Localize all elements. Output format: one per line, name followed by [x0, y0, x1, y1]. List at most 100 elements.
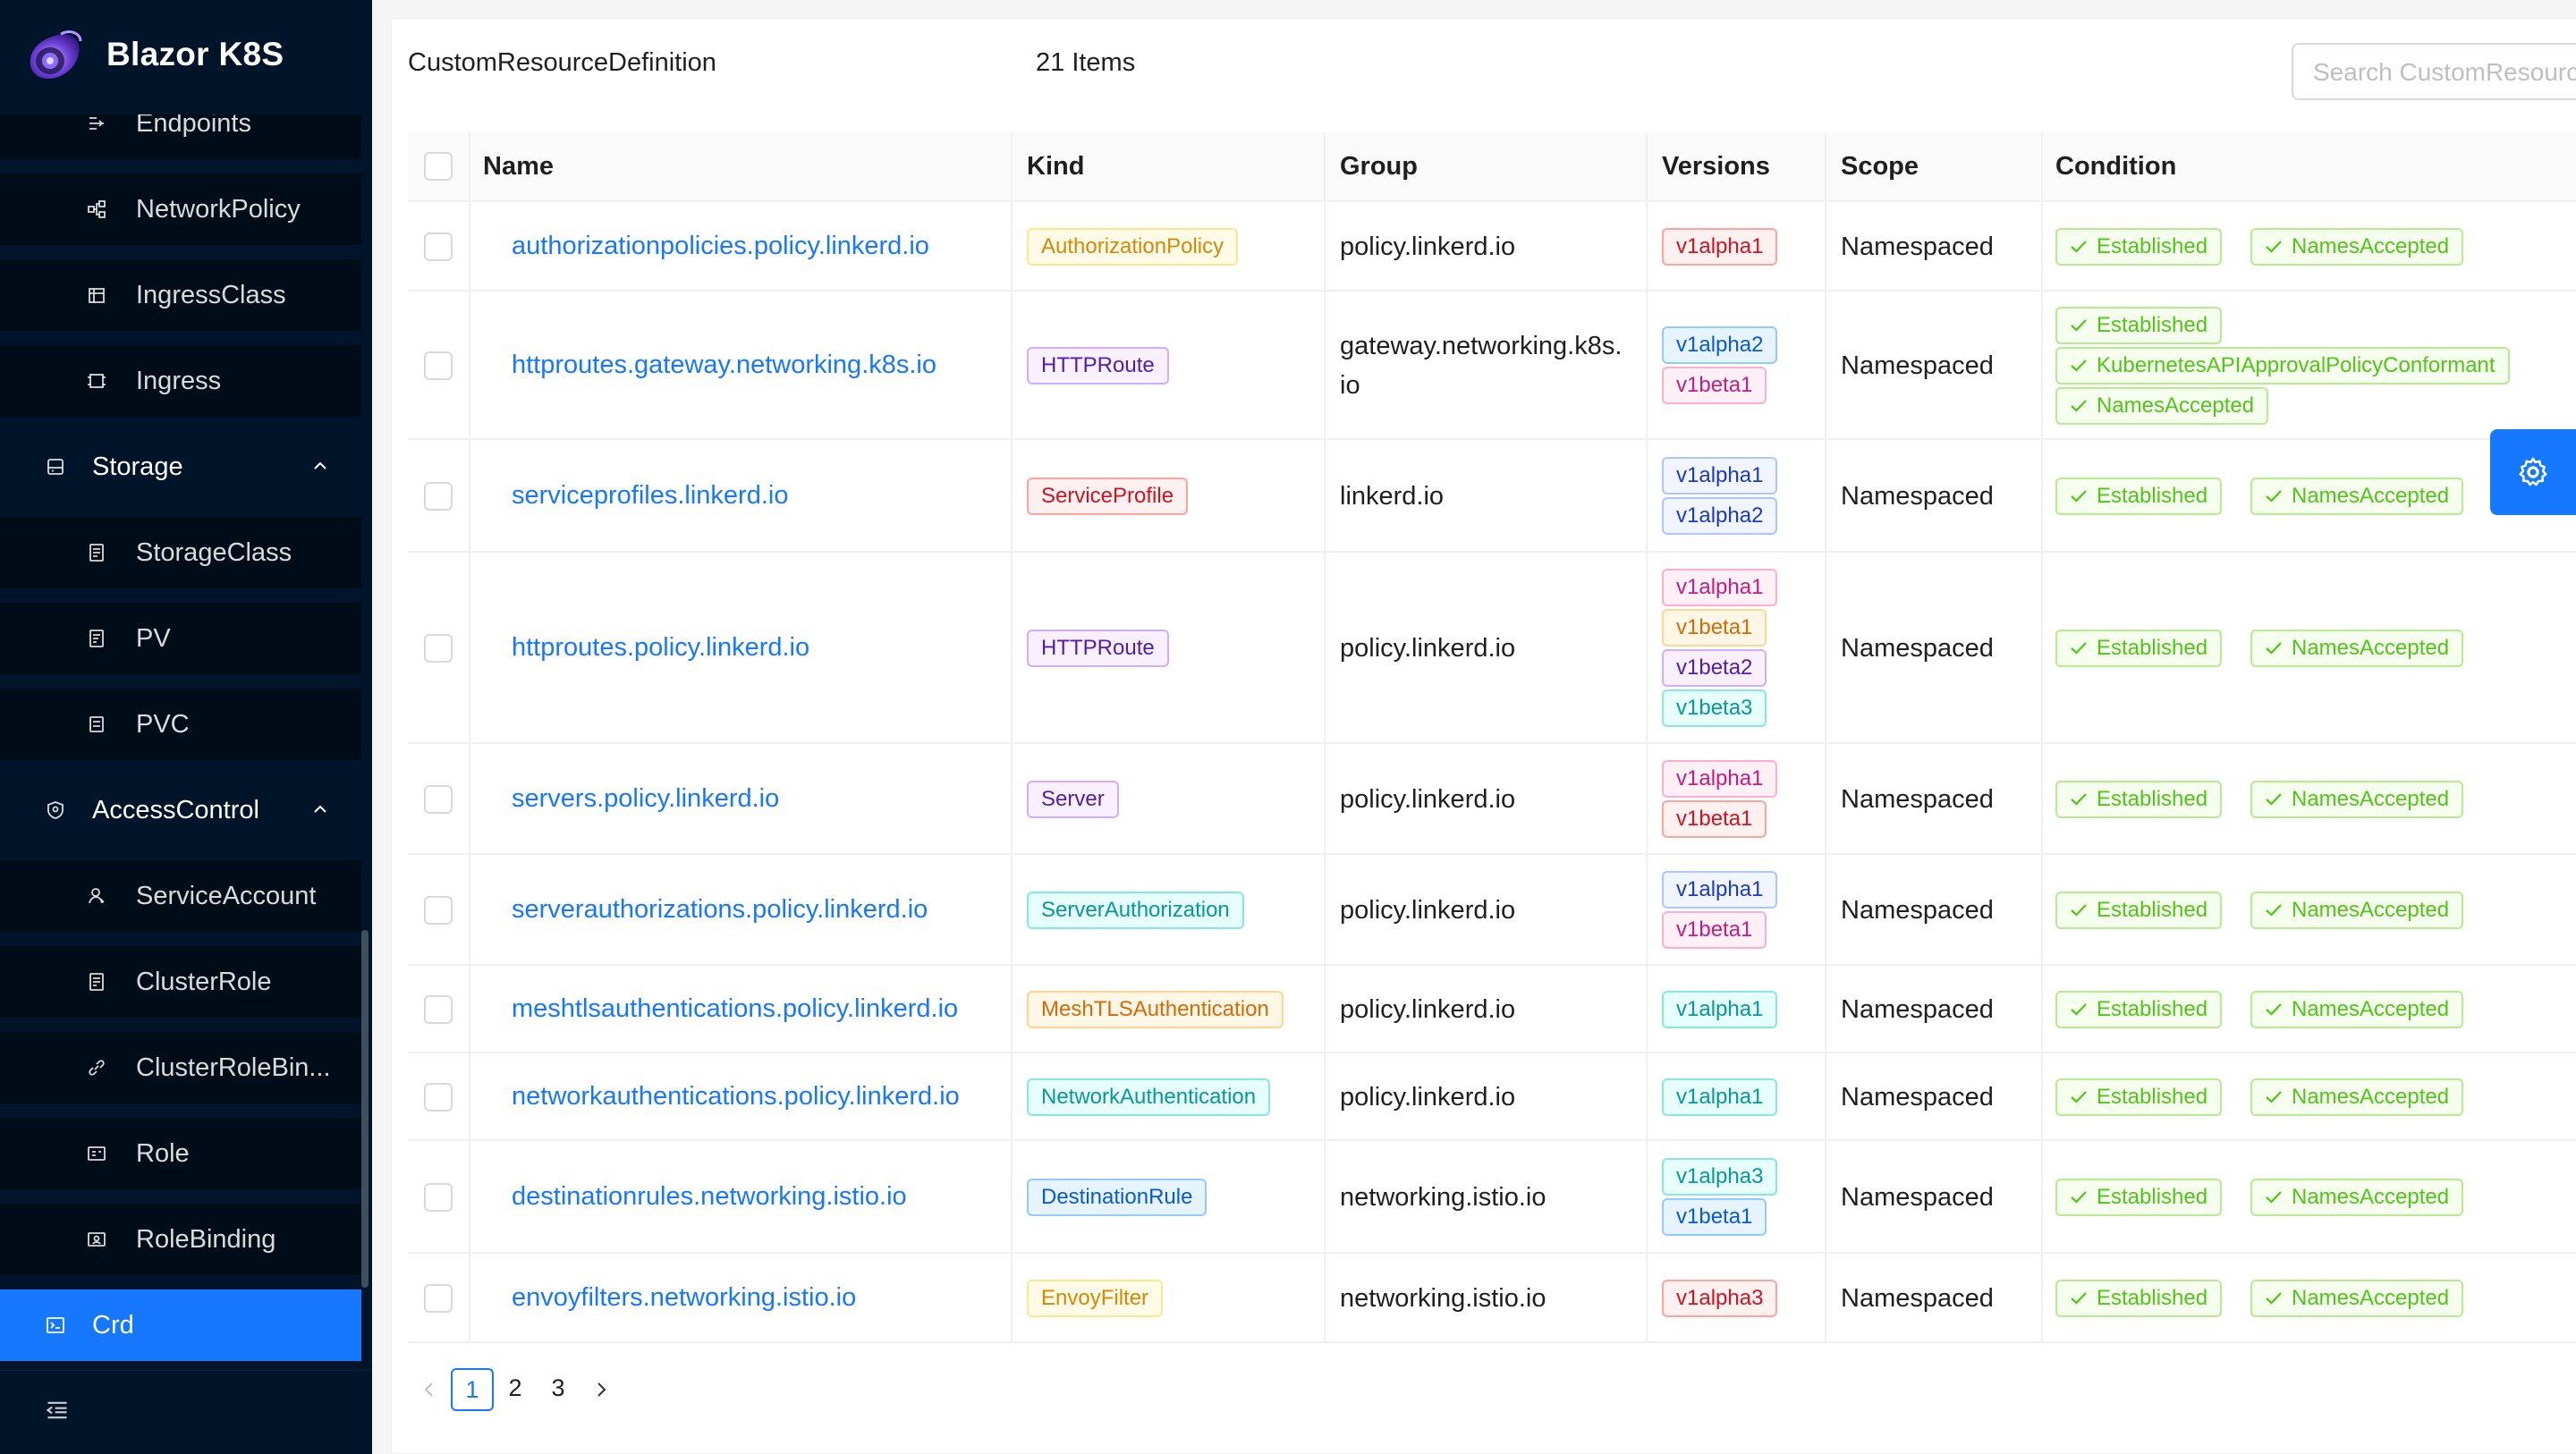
table-row: networkauthentications.policy.linkerd.io…: [408, 1053, 2576, 1141]
condition-tag: Established: [2055, 892, 2223, 929]
role-icon: [86, 1143, 107, 1164]
crd-name-link[interactable]: meshtlsauthentications.policy.linkerd.io: [512, 994, 958, 1024]
version-tag: v1beta1: [1662, 609, 1767, 647]
row-checkbox[interactable]: [424, 1284, 453, 1313]
condition-tag: Established: [2055, 306, 2223, 344]
column-header-group[interactable]: Group: [1340, 152, 1418, 182]
version-tag: v1alpha1: [1662, 871, 1778, 909]
sidebar-scrollbar[interactable]: [361, 930, 369, 1288]
crd-name-link[interactable]: servers.policy.linkerd.io: [512, 784, 779, 814]
version-tag: v1alpha1: [1662, 1078, 1778, 1116]
condition-label: NamesAccepted: [2097, 393, 2255, 418]
condition-tag: NamesAccepted: [2250, 892, 2464, 929]
kind-tag: ServerAuthorization: [1027, 892, 1244, 929]
sidebar-item-storage-class[interactable]: StorageClass: [0, 517, 361, 588]
condition-tag: NamesAccepted: [2250, 228, 2464, 266]
column-header-kind[interactable]: Kind: [1027, 152, 1084, 182]
row-checkbox[interactable]: [424, 232, 453, 261]
column-header-condition[interactable]: Condition: [2055, 152, 2176, 182]
row-checkbox[interactable]: [424, 1083, 453, 1112]
condition-label: Established: [2097, 1185, 2208, 1209]
condition-tag: NamesAccepted: [2250, 1179, 2464, 1216]
group-text: io: [1340, 371, 1360, 400]
version-tag: v1beta2: [1662, 649, 1767, 687]
sidebar-item-label: IngressClass: [136, 280, 286, 309]
sidebar-item-pv[interactable]: PV: [0, 603, 361, 674]
crd-name-link[interactable]: httproutes.policy.linkerd.io: [512, 633, 809, 663]
crd-name-link[interactable]: destinationrules.networking.istio.io: [512, 1182, 907, 1212]
sidebar-item-label: ServiceAccount: [136, 881, 317, 910]
version-tag: v1alpha1: [1662, 569, 1778, 606]
sidebar-item-crd[interactable]: Crd: [0, 1289, 361, 1361]
next-page-icon[interactable]: [590, 1379, 612, 1400]
version-tag: v1alpha2: [1662, 326, 1778, 364]
crd-name-link[interactable]: httproutes.gateway.networking.k8s.io: [512, 351, 936, 380]
sidebar-item-label: AccessControl: [92, 795, 259, 824]
sidebar-item-service-account[interactable]: ServiceAccount: [0, 860, 361, 932]
row-checkbox[interactable]: [424, 482, 453, 511]
condition-label: Established: [2097, 312, 2208, 337]
crd-name-link[interactable]: networkauthentications.policy.linkerd.io: [512, 1082, 960, 1112]
table-row: serviceprofiles.linkerd.io ServiceProfile…: [408, 440, 2576, 553]
version-tag: v1alpha1: [1662, 990, 1778, 1028]
version-tag: v1alpha3: [1662, 1279, 1778, 1317]
search-input[interactable]: Search CustomResourceDefinition: [2292, 43, 2576, 100]
storage-class-icon: [86, 542, 107, 563]
ingress-class-icon: [86, 284, 107, 306]
table-row: serverauthorizations.policy.linkerd.io Se…: [408, 855, 2576, 966]
sidebar-item-cluster-role[interactable]: ClusterRole: [0, 946, 361, 1018]
scope-text: Namespaced: [1841, 1183, 1994, 1212]
page-3-button[interactable]: 3: [537, 1368, 580, 1411]
version-tag: v1beta3: [1662, 689, 1767, 727]
column-header-scope[interactable]: Scope: [1841, 152, 1919, 182]
condition-tag: Established: [2055, 228, 2223, 266]
crd-name-link[interactable]: serverauthorizations.policy.linkerd.io: [512, 895, 928, 925]
sidebar-item-access-control[interactable]: AccessControl: [0, 774, 361, 846]
sidebar-item-pvc[interactable]: PVC: [0, 689, 361, 760]
select-all-checkbox[interactable]: [424, 152, 453, 181]
kind-tag: MeshTLSAuthentication: [1027, 991, 1284, 1028]
page-2-button[interactable]: 2: [494, 1368, 537, 1411]
condition-label: Established: [2097, 484, 2208, 508]
crd-name-link[interactable]: serviceprofiles.linkerd.io: [512, 481, 788, 511]
row-checkbox[interactable]: [424, 995, 453, 1024]
condition-label: NamesAccepted: [2292, 234, 2450, 258]
access-control-icon: [45, 799, 66, 821]
row-checkbox[interactable]: [424, 634, 453, 663]
sidebar-item-label: NetworkPolicy: [136, 194, 301, 224]
column-header-name[interactable]: Name: [483, 152, 554, 182]
group-text: policy.linkerd.io: [1340, 232, 1516, 261]
kind-tag: DestinationRule: [1027, 1179, 1208, 1216]
condition-tag: Established: [2055, 991, 2223, 1028]
sidebar-item-label: Storage: [92, 452, 183, 481]
column-header-versions[interactable]: Versions: [1662, 152, 1770, 182]
sidebar-item-cluster-role-binding[interactable]: ClusterRoleBin...: [0, 1032, 361, 1103]
version-tag: v1alpha2: [1662, 497, 1778, 535]
group-text: policy.linkerd.io: [1340, 896, 1516, 925]
condition-tag: NamesAccepted: [2250, 630, 2464, 667]
sidebar-item-ingress[interactable]: Ingress: [0, 345, 361, 417]
row-checkbox[interactable]: [424, 785, 453, 814]
kind-tag: NetworkAuthentication: [1027, 1078, 1271, 1116]
row-checkbox[interactable]: [424, 1183, 453, 1212]
settings-button[interactable]: [2490, 429, 2576, 515]
condition-label: Established: [2097, 1085, 2208, 1109]
sidebar-item-network-policy[interactable]: NetworkPolicy: [0, 173, 361, 245]
kind-tag: Server: [1027, 781, 1119, 818]
crd-name-link[interactable]: envoyfilters.networking.istio.io: [512, 1283, 856, 1313]
collapse-sidebar-button[interactable]: [0, 1370, 372, 1454]
page-1-button[interactable]: 1: [451, 1368, 494, 1411]
sidebar-item-ingress-class[interactable]: IngressClass: [0, 259, 361, 331]
sidebar-item-role[interactable]: Role: [0, 1118, 361, 1189]
condition-tag: NamesAccepted: [2250, 991, 2464, 1028]
prev-page-icon[interactable]: [419, 1379, 440, 1400]
sidebar-item-role-binding[interactable]: RoleBinding: [0, 1204, 361, 1275]
menu-fold-icon: [46, 1401, 67, 1419]
crd-name-link[interactable]: authorizationpolicies.policy.linkerd.io: [512, 232, 929, 261]
sidebar-item-storage[interactable]: Storage: [0, 431, 361, 503]
row-checkbox[interactable]: [424, 351, 453, 380]
row-checkbox[interactable]: [424, 896, 453, 925]
scope-text: Namespaced: [1841, 785, 1994, 814]
version-tag: v1alpha1: [1662, 760, 1778, 798]
condition-label: Established: [2097, 997, 2208, 1021]
